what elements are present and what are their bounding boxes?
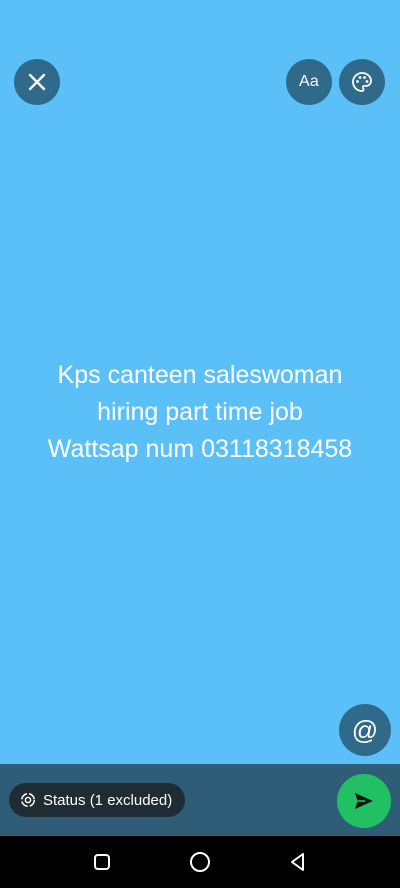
send-icon bbox=[355, 793, 373, 809]
recents-button[interactable] bbox=[88, 848, 116, 876]
status-audience-button[interactable]: Status (1 excluded) bbox=[9, 783, 186, 817]
back-button[interactable] bbox=[284, 848, 312, 876]
text-style-label: Aa bbox=[299, 73, 319, 90]
system-navigation-bar bbox=[0, 836, 400, 888]
status-text-line: Kps canteen saleswoman bbox=[57, 361, 343, 389]
home-button[interactable] bbox=[186, 848, 214, 876]
status-ring-icon bbox=[20, 792, 36, 808]
status-text-line: hiring part time job bbox=[97, 398, 303, 426]
back-triangle-icon bbox=[291, 853, 304, 871]
bottom-bar: Status (1 excluded) bbox=[0, 764, 400, 836]
status-audience-label: Status (1 excluded) bbox=[43, 791, 173, 809]
recents-square-icon bbox=[94, 854, 110, 870]
status-text-line: Wattsap num 03118318458 bbox=[47, 435, 353, 463]
status-canvas[interactable]: Aa Kps canteen saleswoman hiring part ti… bbox=[0, 0, 400, 764]
mention-label: @ bbox=[351, 715, 379, 745]
close-button[interactable] bbox=[14, 59, 60, 105]
send-button[interactable] bbox=[337, 774, 391, 828]
home-circle-icon bbox=[190, 852, 210, 872]
text-style-button[interactable]: Aa bbox=[286, 59, 332, 105]
status-text[interactable]: Kps canteen saleswoman hiring part time … bbox=[0, 357, 400, 468]
mention-button[interactable]: @ bbox=[339, 704, 391, 756]
close-icon bbox=[28, 73, 46, 91]
background-color-button[interactable] bbox=[339, 59, 385, 105]
palette-icon bbox=[352, 72, 372, 92]
